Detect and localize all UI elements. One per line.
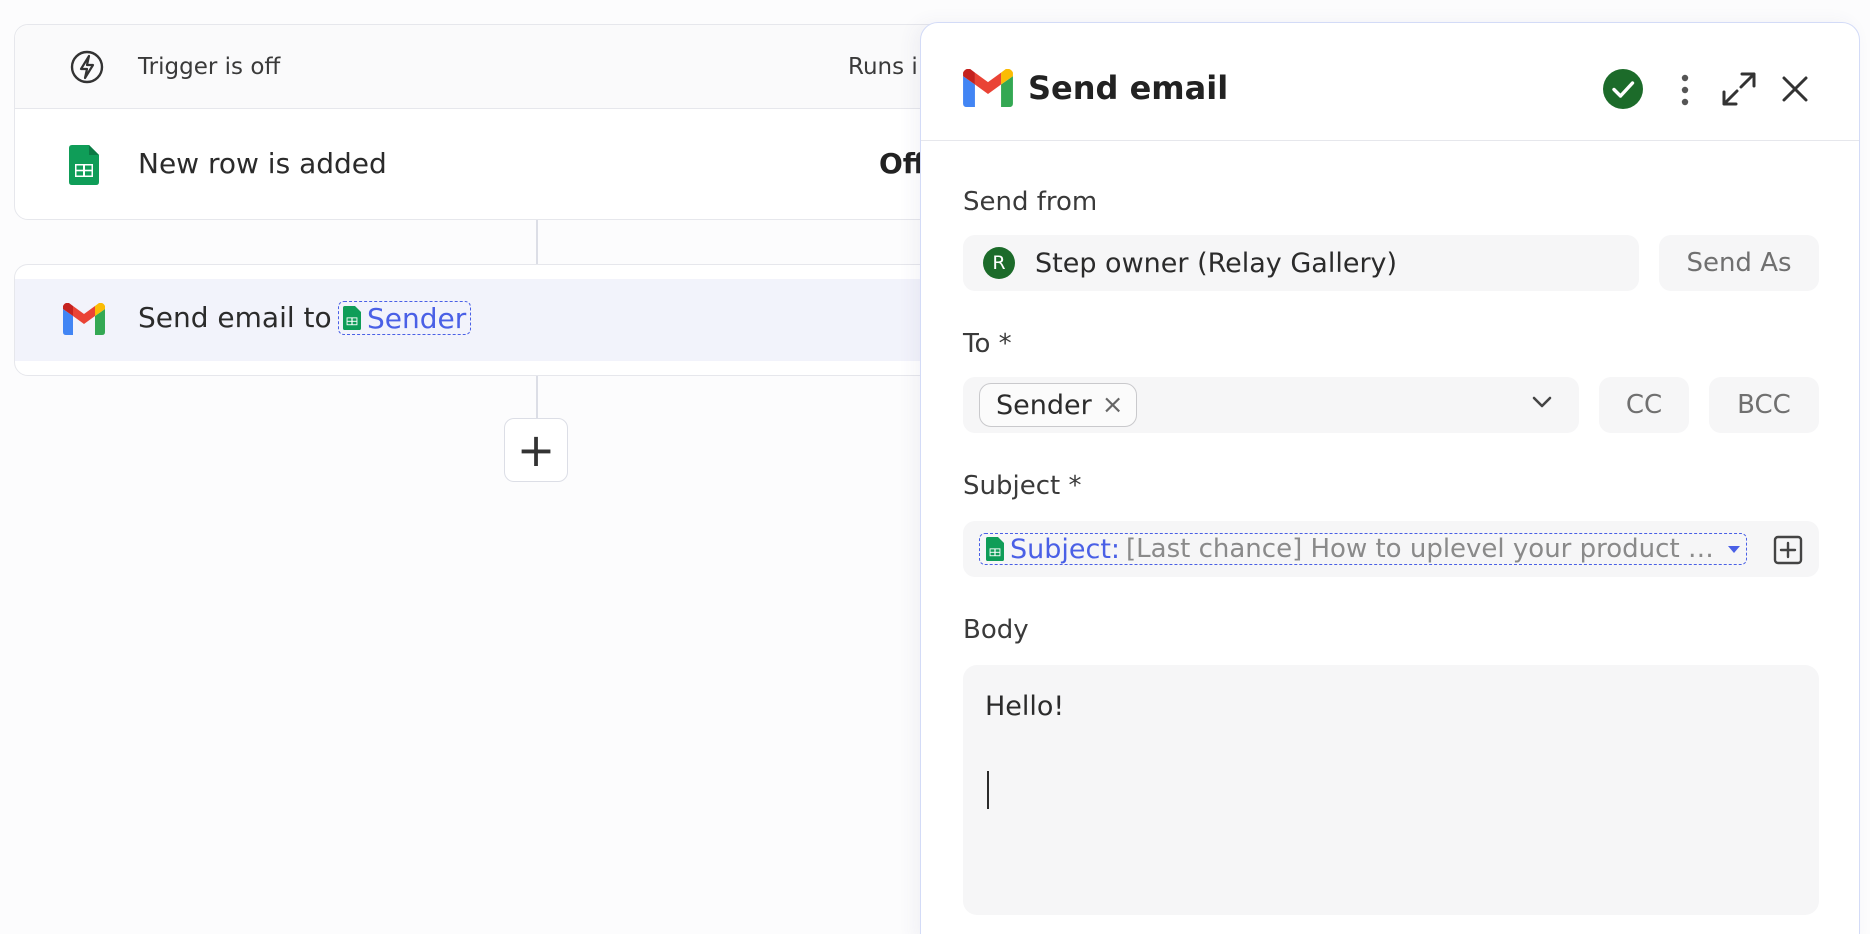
gmail-icon [963,69,1013,107]
close-icon[interactable] [1779,73,1811,105]
trigger-step-label: New row is added [138,147,387,180]
text-cursor [987,771,989,809]
to-recipients-field[interactable]: Sender × [963,377,1579,433]
subject-variable-token[interactable]: Subject: [Last chance] How to uplevel yo… [979,533,1747,565]
bcc-label: BCC [1737,390,1791,420]
more-options-icon[interactable] [1679,73,1691,107]
send-from-label: Send from [963,187,1098,217]
action-step-label: Send email to [138,301,332,334]
subject-field[interactable]: Subject: [Last chance] How to uplevel yo… [963,521,1819,577]
connector-line [536,376,538,418]
send-as-label: Send As [1686,248,1792,278]
cc-button[interactable]: CC [1599,377,1689,433]
send-from-value: Step owner (Relay Gallery) [1035,247,1398,279]
send-as-button[interactable]: Send As [1659,235,1819,291]
send-email-panel: Send email Send from R Step owner (Relay… [920,22,1860,934]
subject-label: Subject * [963,471,1082,501]
caret-down-icon[interactable] [1728,545,1740,553]
sender-variable-token[interactable]: Sender [338,301,472,335]
recipient-chip[interactable]: Sender × [979,383,1137,427]
check-circle-icon [1603,69,1643,109]
panel-header: Send email [921,23,1859,141]
recipient-chip-label: Sender [996,389,1092,421]
chevron-down-icon[interactable] [1531,395,1553,409]
insert-variable-icon[interactable] [1773,535,1803,565]
google-sheets-icon [343,306,361,330]
sender-variable-label: Sender [367,301,467,335]
google-sheets-icon [986,537,1004,561]
panel-title: Send email [1028,69,1229,107]
avatar: R [983,247,1015,279]
google-sheets-icon [69,145,99,185]
expand-icon[interactable] [1721,71,1757,107]
send-from-field[interactable]: R Step owner (Relay Gallery) [963,235,1639,291]
body-editor[interactable]: Hello! [963,665,1819,915]
body-text: Hello! [985,691,1065,722]
trigger-state: Off [879,147,926,180]
connector-line [536,220,538,264]
remove-chip-icon[interactable]: × [1102,390,1124,420]
runs-label: Runs i [848,53,918,80]
plus-icon: + [516,423,556,477]
lightning-bolt-icon [70,50,104,84]
subject-token-value: [Last chance] How to uplevel your produc… [1126,534,1718,564]
cc-label: CC [1625,390,1663,420]
bcc-button[interactable]: BCC [1709,377,1819,433]
body-label: Body [963,615,1029,645]
add-step-button[interactable]: + [504,418,568,482]
to-label: To * [963,329,1012,359]
gmail-icon [63,303,105,335]
subject-token-key: Subject: [1010,533,1121,565]
trigger-status: Trigger is off [138,53,281,80]
